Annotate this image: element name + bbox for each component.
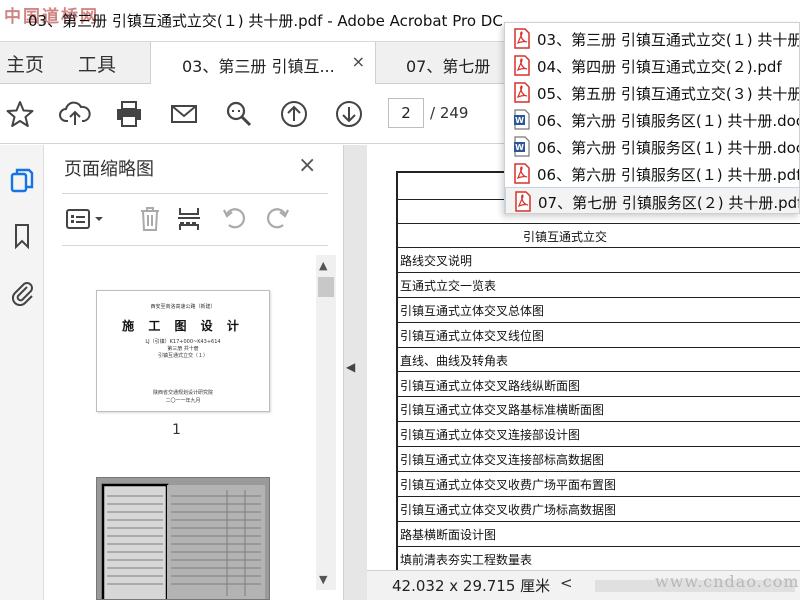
- scroll-up-icon[interactable]: ▲: [319, 259, 327, 272]
- page-thumbnail-1[interactable]: 西安至商洛高速公路（新建） 施 工 图 设 计 LJ（引镇）K17+000~K4…: [96, 290, 270, 412]
- recent-file-label: 03、第三册 引镇互通式立交(１) 共十册.pdf: [537, 31, 800, 49]
- left-rail: [0, 145, 44, 600]
- tab-document-07[interactable]: 07、第七册: [394, 42, 504, 84]
- tab-document-label: 03、第三册 引镇互...: [182, 57, 335, 76]
- svg-text:W: W: [515, 116, 524, 125]
- insert-page-icon[interactable]: [174, 201, 204, 237]
- list-options-icon[interactable]: [64, 201, 110, 237]
- page-up-icon[interactable]: [277, 97, 311, 131]
- divider: [62, 245, 328, 246]
- scroll-thumb[interactable]: [318, 277, 334, 297]
- pdf-file-icon: [513, 82, 531, 103]
- svg-text:W: W: [515, 143, 524, 152]
- table-row: 引镇互通式立体交叉连接部标高数据图: [398, 447, 800, 473]
- table-row: 引镇互通式立体交叉路线纵断面图: [398, 373, 800, 398]
- thumb-line: LJ（引镇）K17+000~K43+614: [145, 339, 221, 345]
- tab-document-label: 07、第七册: [406, 57, 491, 76]
- recent-file-label: 06、第六册 引镇服务区(１) 共十册.pdf: [537, 166, 800, 184]
- table-row: 引镇互通式立体交叉收费广场平面布置图: [398, 472, 800, 497]
- recent-file-label: 04、第四册 引镇互通式立交(２).pdf: [537, 58, 782, 76]
- thumbnail-scrollbar[interactable]: ▲ ▼: [316, 255, 336, 590]
- thumb-line: 第三册 共十册: [167, 346, 199, 352]
- bookmark-icon[interactable]: [5, 219, 39, 253]
- table-header: 引镇互通式立交: [398, 224, 800, 248]
- pdf-file-icon: [514, 191, 532, 212]
- recent-file-label: 07、第七册 引镇服务区(２) 共十册.pdf: [538, 194, 800, 212]
- page-down-icon[interactable]: [332, 97, 366, 131]
- mail-icon[interactable]: [167, 97, 201, 131]
- thumbnail-2-preview: [101, 483, 265, 599]
- table-row: 引镇互通式立体交叉线位图: [398, 323, 800, 348]
- table-row: 直线、曲线及转角表: [398, 348, 800, 373]
- rotate-right-icon[interactable]: [262, 201, 292, 237]
- delete-icon[interactable]: [136, 201, 164, 237]
- pdf-file-icon: [513, 163, 531, 184]
- collapse-panel-icon[interactable]: ◀: [346, 360, 355, 374]
- thumbnail-list: 西安至商洛高速公路（新建） 施 工 图 设 计 LJ（引镇）K17+000~K4…: [44, 255, 316, 600]
- rotate-left-icon[interactable]: [220, 201, 250, 237]
- table-row: 路线交叉说明: [398, 248, 800, 273]
- recent-file-label: 06、第六册 引镇服务区(１) 共十册.doc: [537, 112, 800, 130]
- cloud-upload-icon[interactable]: [58, 97, 92, 131]
- contents-table: 引镇互通式立交 路线交叉说明 互通式立交一览表 引镇互通式立体交叉总体图 引镇互通式立…: [396, 171, 800, 572]
- thumb-line: 陕西省交通规划设计研究院: [152, 390, 213, 396]
- word-file-icon: W: [513, 109, 531, 130]
- attachment-icon[interactable]: [5, 275, 39, 309]
- page-thumbnail-2[interactable]: [96, 477, 270, 600]
- thumb-line: 西安至商洛高速公路（新建）: [150, 304, 216, 310]
- recent-file-item[interactable]: 06、第六册 引镇服务区(１) 共十册.pdf: [505, 160, 800, 187]
- table-row: 引镇互通式立体交叉收费广场标高数据图: [398, 497, 800, 522]
- recent-file-item[interactable]: 05、第五册 引镇互通式立交(３) 共十册.pdf: [505, 79, 800, 106]
- thumbnails-panel: 页面缩略图 × 西安至商洛高速公路（新建） 施 工 图 设 计 LJ（引镇）K1…: [44, 145, 344, 600]
- recent-file-label: 06、第六册 引镇服务区(１) 共十册.doc: [537, 139, 800, 157]
- thumb-line: 二〇一一年九月: [165, 398, 201, 404]
- print-icon[interactable]: [112, 97, 146, 131]
- tab-tools[interactable]: 工具: [78, 50, 116, 77]
- scroll-left-icon[interactable]: <: [560, 574, 573, 592]
- divider: [62, 193, 328, 194]
- recent-file-item[interactable]: W 06、第六册 引镇服务区(１) 共十册.doc: [505, 106, 800, 133]
- tab-home[interactable]: 主页: [6, 50, 44, 77]
- tab-document-03[interactable]: 03、第三册 引镇互... ×: [150, 42, 376, 84]
- page-number-input[interactable]: 2: [388, 98, 424, 128]
- table-row: 引镇互通式立体交叉连接部设计图: [398, 422, 800, 448]
- table-row: 路基横断面设计图: [398, 522, 800, 547]
- table-row: 引镇互通式立体交叉路基标准横断面图: [398, 397, 800, 423]
- thumb-line: 引镇互通式立交（１）: [157, 353, 208, 359]
- scroll-down-icon[interactable]: ▼: [319, 573, 327, 586]
- tab-close-icon[interactable]: ×: [352, 52, 365, 71]
- table-row: 引镇互通式立体交叉总体图: [398, 298, 800, 323]
- watermark-url: www.cndao.com: [655, 572, 800, 591]
- table-row: 填前清表夯实工程数量表: [398, 547, 800, 572]
- page-total: / 249: [430, 104, 469, 122]
- pages-icon[interactable]: [5, 163, 39, 197]
- star-icon[interactable]: [3, 97, 37, 131]
- word-file-icon: W: [513, 136, 531, 157]
- recent-file-item[interactable]: W 06、第六册 引镇服务区(１) 共十册.doc: [505, 133, 800, 160]
- table-row: 互通式立交一览表: [398, 273, 800, 298]
- panel-title: 页面缩略图: [64, 159, 154, 180]
- close-icon[interactable]: ×: [298, 153, 316, 178]
- recent-file-item[interactable]: 04、第四册 引镇互通式立交(２).pdf: [505, 52, 799, 79]
- page-size: 42.032 x 29.715 厘米: [392, 577, 551, 595]
- page-thumbnail-label: 1: [172, 422, 181, 438]
- pdf-file-icon: [513, 28, 531, 49]
- recent-file-item[interactable]: 03、第三册 引镇互通式立交(１) 共十册.pdf: [505, 25, 800, 52]
- recent-files-dropdown: 03、第三册 引镇互通式立交(１) 共十册.pdf 04、第四册 引镇互通式立交(…: [504, 22, 800, 214]
- zoom-icon[interactable]: [222, 97, 256, 131]
- window-title: 03、第三册 引镇互通式立交(１) 共十册.pdf - Adobe Acroba…: [28, 12, 503, 30]
- pdf-file-icon: [513, 55, 531, 76]
- thumb-heading: 施 工 图 设 计: [122, 319, 244, 333]
- recent-file-label: 05、第五册 引镇互通式立交(３) 共十册.pdf: [537, 85, 800, 103]
- recent-file-item[interactable]: 07、第七册 引镇服务区(２) 共十册.pdf: [505, 187, 800, 213]
